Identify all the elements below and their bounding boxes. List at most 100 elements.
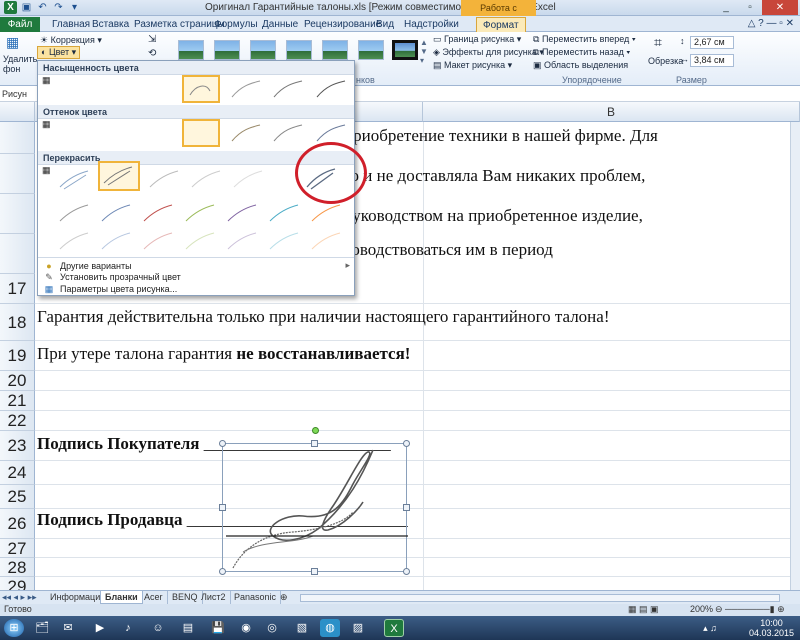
resize-handle[interactable] <box>403 440 410 447</box>
picture-border-button[interactable]: ▭ Граница рисунка ▾ <box>433 34 521 45</box>
save-icon[interactable]: ▣ <box>20 1 33 14</box>
recolor-swatch[interactable] <box>56 229 94 257</box>
tab-addins[interactable]: Надстройки <box>398 17 465 32</box>
customize-qat-icon[interactable]: ▾ <box>68 1 81 14</box>
redo-icon[interactable]: ↷ <box>52 1 65 14</box>
name-box[interactable]: Рисун <box>0 87 36 101</box>
excel-app-icon[interactable]: X <box>4 1 17 14</box>
music-icon[interactable]: ♪ <box>118 619 138 637</box>
row-header[interactable]: 29 <box>0 577 35 590</box>
tab-data[interactable]: Данные <box>256 17 304 32</box>
rotate-handle[interactable] <box>312 427 319 434</box>
saturation-swatch[interactable] <box>313 77 351 105</box>
tab-file[interactable]: Файл <box>0 17 40 32</box>
row-header[interactable]: 17 <box>0 274 35 304</box>
saturation-swatch[interactable] <box>270 77 308 105</box>
excel-taskbar-icon[interactable]: X <box>384 619 404 637</box>
app-icon[interactable]: ▧ <box>292 619 312 637</box>
resize-handle[interactable] <box>403 568 410 575</box>
recolor-swatch[interactable] <box>98 201 136 229</box>
row-header[interactable]: 26 <box>0 509 35 539</box>
app-icon[interactable]: ◍ <box>320 619 340 637</box>
more-variants-menu-item[interactable]: ● Другие варианты ▸ <box>44 260 350 271</box>
crop-icon[interactable]: ⌗ <box>654 34 662 51</box>
selection-pane-button[interactable]: ▣ Область выделения <box>533 60 628 71</box>
resize-handle[interactable] <box>311 568 318 575</box>
saturation-swatch[interactable] <box>228 77 266 105</box>
minimize-button[interactable]: _ <box>714 0 738 15</box>
sheet-tab-list2[interactable]: Лист2 <box>197 591 231 604</box>
compress-icon[interactable]: ⇲ <box>148 34 156 45</box>
insert-sheet-icon[interactable]: ⊕ <box>276 591 292 604</box>
signature-picture[interactable] <box>219 427 410 575</box>
browser-icon[interactable]: ◎ <box>262 619 282 637</box>
send-backward-button[interactable]: ⧉ Переместить назад ▾ <box>533 47 630 58</box>
row-header[interactable]: 19 <box>0 341 35 371</box>
picture-style-7[interactable] <box>392 40 418 60</box>
firefox-icon[interactable]: ◉ <box>236 619 256 637</box>
recolor-swatch[interactable] <box>224 229 262 257</box>
vertical-scrollbar[interactable] <box>790 122 800 590</box>
sheet-nav-arrows[interactable]: ◂◂ ◂ ▸ ▸▸ <box>2 592 37 603</box>
height-field[interactable]: 2,67 см <box>690 36 734 49</box>
row-header[interactable] <box>0 122 35 154</box>
tone-swatch-selected[interactable] <box>182 119 220 147</box>
styles-scroll-icon[interactable]: ▲ ▼ ▾ <box>420 38 428 65</box>
picture-style-5[interactable] <box>322 40 348 60</box>
close-button[interactable]: ✕ <box>762 0 798 15</box>
start-button-icon[interactable]: ⊞ <box>4 619 24 637</box>
bring-forward-button[interactable]: ⧉ Переместить вперед ▾ <box>533 34 636 45</box>
picture-style-6[interactable] <box>358 40 384 60</box>
clock[interactable]: 10:00 04.03.2015 <box>749 618 794 638</box>
row-header[interactable]: 20 <box>0 371 35 391</box>
zoom-level[interactable]: 200% <box>690 604 713 614</box>
sheet-tab-acer[interactable]: Acer <box>140 591 168 604</box>
resize-handle[interactable] <box>219 568 226 575</box>
row-header[interactable] <box>0 234 35 274</box>
resize-handle[interactable] <box>403 504 410 511</box>
resize-handle[interactable] <box>219 504 226 511</box>
row-header[interactable]: 28 <box>0 558 35 577</box>
set-transparent-menu-item[interactable]: ✎ Установить прозрачный цвет <box>44 272 181 282</box>
help-icons[interactable]: △ ? — ▫ ✕ <box>748 18 794 29</box>
recolor-swatch[interactable] <box>308 229 346 257</box>
recolor-swatch-selected[interactable] <box>98 161 140 191</box>
tone-swatch[interactable] <box>270 121 308 149</box>
undo-icon[interactable]: ↶ <box>36 1 49 14</box>
recolor-swatch[interactable] <box>56 167 94 195</box>
saturation-swatch[interactable] <box>90 77 128 105</box>
saturation-swatch[interactable] <box>135 77 173 105</box>
picture-style-1[interactable] <box>178 40 204 60</box>
recolor-swatch[interactable] <box>266 201 304 229</box>
picture-style-2[interactable] <box>214 40 240 60</box>
recolor-swatch[interactable] <box>188 167 226 195</box>
tab-view[interactable]: Вид <box>370 17 400 32</box>
resize-handle[interactable] <box>219 440 226 447</box>
row-header[interactable]: 24 <box>0 461 35 485</box>
sheet-tab-panasonic[interactable]: Panasonic <box>230 591 282 604</box>
maximize-button[interactable]: ▫ <box>738 0 762 15</box>
contacts-icon[interactable]: ☺ <box>148 619 168 637</box>
recolor-swatch[interactable] <box>224 201 262 229</box>
width-field[interactable]: 3,84 см <box>690 54 734 67</box>
recolor-swatch[interactable] <box>230 167 268 195</box>
recolor-swatch[interactable] <box>140 201 178 229</box>
column-header-b[interactable]: B <box>423 102 800 122</box>
crop-button[interactable]: Обрезка <box>648 56 683 66</box>
tone-swatch[interactable] <box>228 121 266 149</box>
recolor-swatch[interactable] <box>308 201 346 229</box>
sheet-tab-blanks[interactable]: Бланки <box>100 591 143 604</box>
remove-background-button[interactable]: Удалить фон <box>3 54 37 74</box>
media-icon[interactable]: ▶ <box>90 619 110 637</box>
files-icon[interactable]: ▤ <box>178 619 198 637</box>
recolor-swatch[interactable] <box>98 229 136 257</box>
tray-icons[interactable]: ▴ ♫ <box>700 619 720 637</box>
view-buttons[interactable]: ▦ ▤ ▣ <box>628 604 659 615</box>
picture-style-3[interactable] <box>250 40 276 60</box>
recolor-swatch[interactable] <box>140 229 178 257</box>
resize-handle[interactable] <box>311 440 318 447</box>
picture-style-4[interactable] <box>286 40 312 60</box>
row-header[interactable]: 18 <box>0 304 35 341</box>
row-header[interactable] <box>0 154 35 194</box>
recolor-swatch[interactable] <box>182 229 220 257</box>
